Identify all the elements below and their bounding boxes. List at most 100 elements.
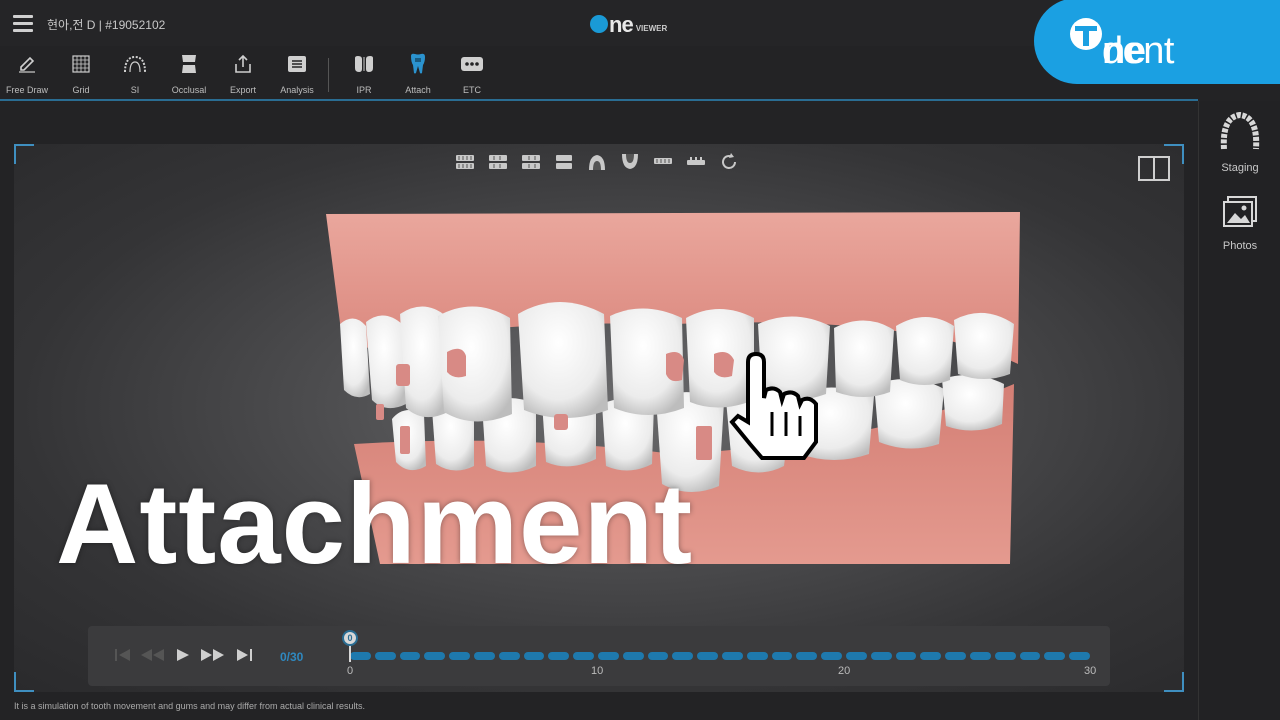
photos-button[interactable]: Photos [1199,195,1280,252]
disclaimer-text: It is a simulation of tooth movement and… [14,701,365,711]
main-toolbar: Free Draw Grid SI Occlusal Export Analys… [0,52,499,98]
step-forward-button[interactable] [200,648,226,662]
right-view-icon [489,155,507,169]
timeline-step-segment[interactable] [1019,652,1041,660]
tool-ipr[interactable]: IPR [337,52,391,98]
tool-si[interactable]: SI [108,52,162,98]
lower-view-icon [622,154,638,169]
upper-view-button[interactable] [586,152,608,172]
lower-view-button[interactable] [619,152,641,172]
timeline-step-segment[interactable] [970,652,991,660]
skip-forward-icon [237,649,252,661]
tool-attach[interactable]: Attach [391,52,445,98]
patient-info: 현아,전 D | #19052102 [47,18,166,32]
timeline-step-segment[interactable] [1044,652,1066,660]
brand-text-bold: ne [1102,30,1146,72]
rewind-icon [141,649,164,661]
left-view-icon [522,155,540,169]
upper-view-icon [589,155,605,170]
timeline-step-segment[interactable] [846,652,867,660]
photos-label: Photos [1222,240,1258,252]
timeline-step-segment[interactable] [622,652,644,660]
timeline-step-segment[interactable] [474,652,495,660]
timeline-step-segment[interactable] [548,652,570,660]
timeline-step-segment[interactable] [746,652,768,660]
timeline-step-segment[interactable] [424,652,446,660]
si-arch-icon [124,55,146,73]
timeline-step-segment[interactable] [598,652,619,660]
menu-icon[interactable] [13,15,33,32]
tool-export[interactable]: Export [216,52,270,98]
split-view-button[interactable] [1138,156,1170,181]
one-logo-icon [590,15,608,33]
more-icon [461,57,483,71]
fast-forward-icon [201,649,224,661]
timeline-step-segment[interactable] [449,652,470,660]
tool-label: Grid [72,85,90,95]
view-toolbar [454,152,740,172]
front-view-icon [456,155,474,169]
timeline-step-segment[interactable] [399,652,421,660]
ipr-icon [355,56,373,72]
timeline-step-segment[interactable] [895,652,917,660]
timeline-step-segment[interactable] [374,652,396,660]
dental-arch-icon [1220,111,1260,150]
tool-grid[interactable]: Grid [54,52,108,98]
timeline-step-segment[interactable] [647,652,669,660]
timeline-step-segment[interactable] [498,652,520,660]
right-view-button[interactable] [487,152,509,172]
rotate-button[interactable] [718,152,740,172]
brand-one-icon [1070,18,1102,50]
first-step-button[interactable] [114,648,132,662]
timeline-step-segment[interactable] [722,652,743,660]
left-view-button[interactable] [520,152,542,172]
timeline-step-segment[interactable] [573,652,594,660]
timeline-track[interactable] [350,652,1090,660]
step-back-button[interactable] [140,648,166,662]
front-view-button[interactable] [454,152,476,172]
tool-label: Export [229,85,256,95]
tool-occlusal[interactable]: Occlusal [162,52,216,98]
lower-jaw-button[interactable] [685,152,707,172]
tool-label: Occlusal [171,85,207,95]
timeline-step-segment[interactable] [945,652,966,660]
tooth-attach-icon [411,53,425,74]
viewport-corner [14,672,34,692]
stage-timeline: 0/30 0 0 10 20 30 [88,626,1110,686]
timeline-step-segment[interactable] [994,652,1016,660]
timeline-step-segment[interactable] [672,652,694,660]
toolbar-divider [328,58,329,92]
occlusal-icon [182,55,196,73]
last-step-button[interactable] [236,648,254,662]
back-view-button[interactable] [553,152,575,172]
viewer-logo-text: ne [609,12,634,37]
play-button[interactable] [176,648,190,662]
timeline-step-segment[interactable] [350,652,371,660]
app-window: 현아,전 D | #19052102 ne VIEWER dent ne Free… [0,0,1280,720]
tool-label: SI [130,85,140,95]
staging-button[interactable]: Staging [1199,109,1280,174]
timeline-step-segment[interactable] [523,652,545,660]
timeline-step-segment[interactable] [697,652,718,660]
export-icon [235,54,251,73]
timeline-step-segment[interactable] [870,652,892,660]
tool-etc[interactable]: ETC [445,52,499,98]
3d-viewport[interactable]: Attachment [14,144,1184,692]
timeline-step-segment[interactable] [920,652,942,660]
skip-back-icon [115,649,130,661]
viewport-corner [1164,672,1184,692]
tool-free-draw[interactable]: Free Draw [0,52,54,98]
timeline-tick: 0 [347,665,354,677]
timeline-step-segment[interactable] [1069,652,1090,660]
upper-jaw-button[interactable] [652,152,674,172]
timeline-knob[interactable]: 0 [342,630,358,646]
toolbar-underline [0,99,1198,101]
viewer-logo: ne VIEWER [590,10,667,36]
timeline-step-segment[interactable] [771,652,793,660]
play-icon [177,649,189,661]
timeline-step-segment[interactable] [821,652,842,660]
timeline-step-segment[interactable] [796,652,818,660]
tool-analysis[interactable]: Analysis [270,52,324,98]
grid-icon [72,55,90,73]
upper-jaw-icon [654,158,672,164]
